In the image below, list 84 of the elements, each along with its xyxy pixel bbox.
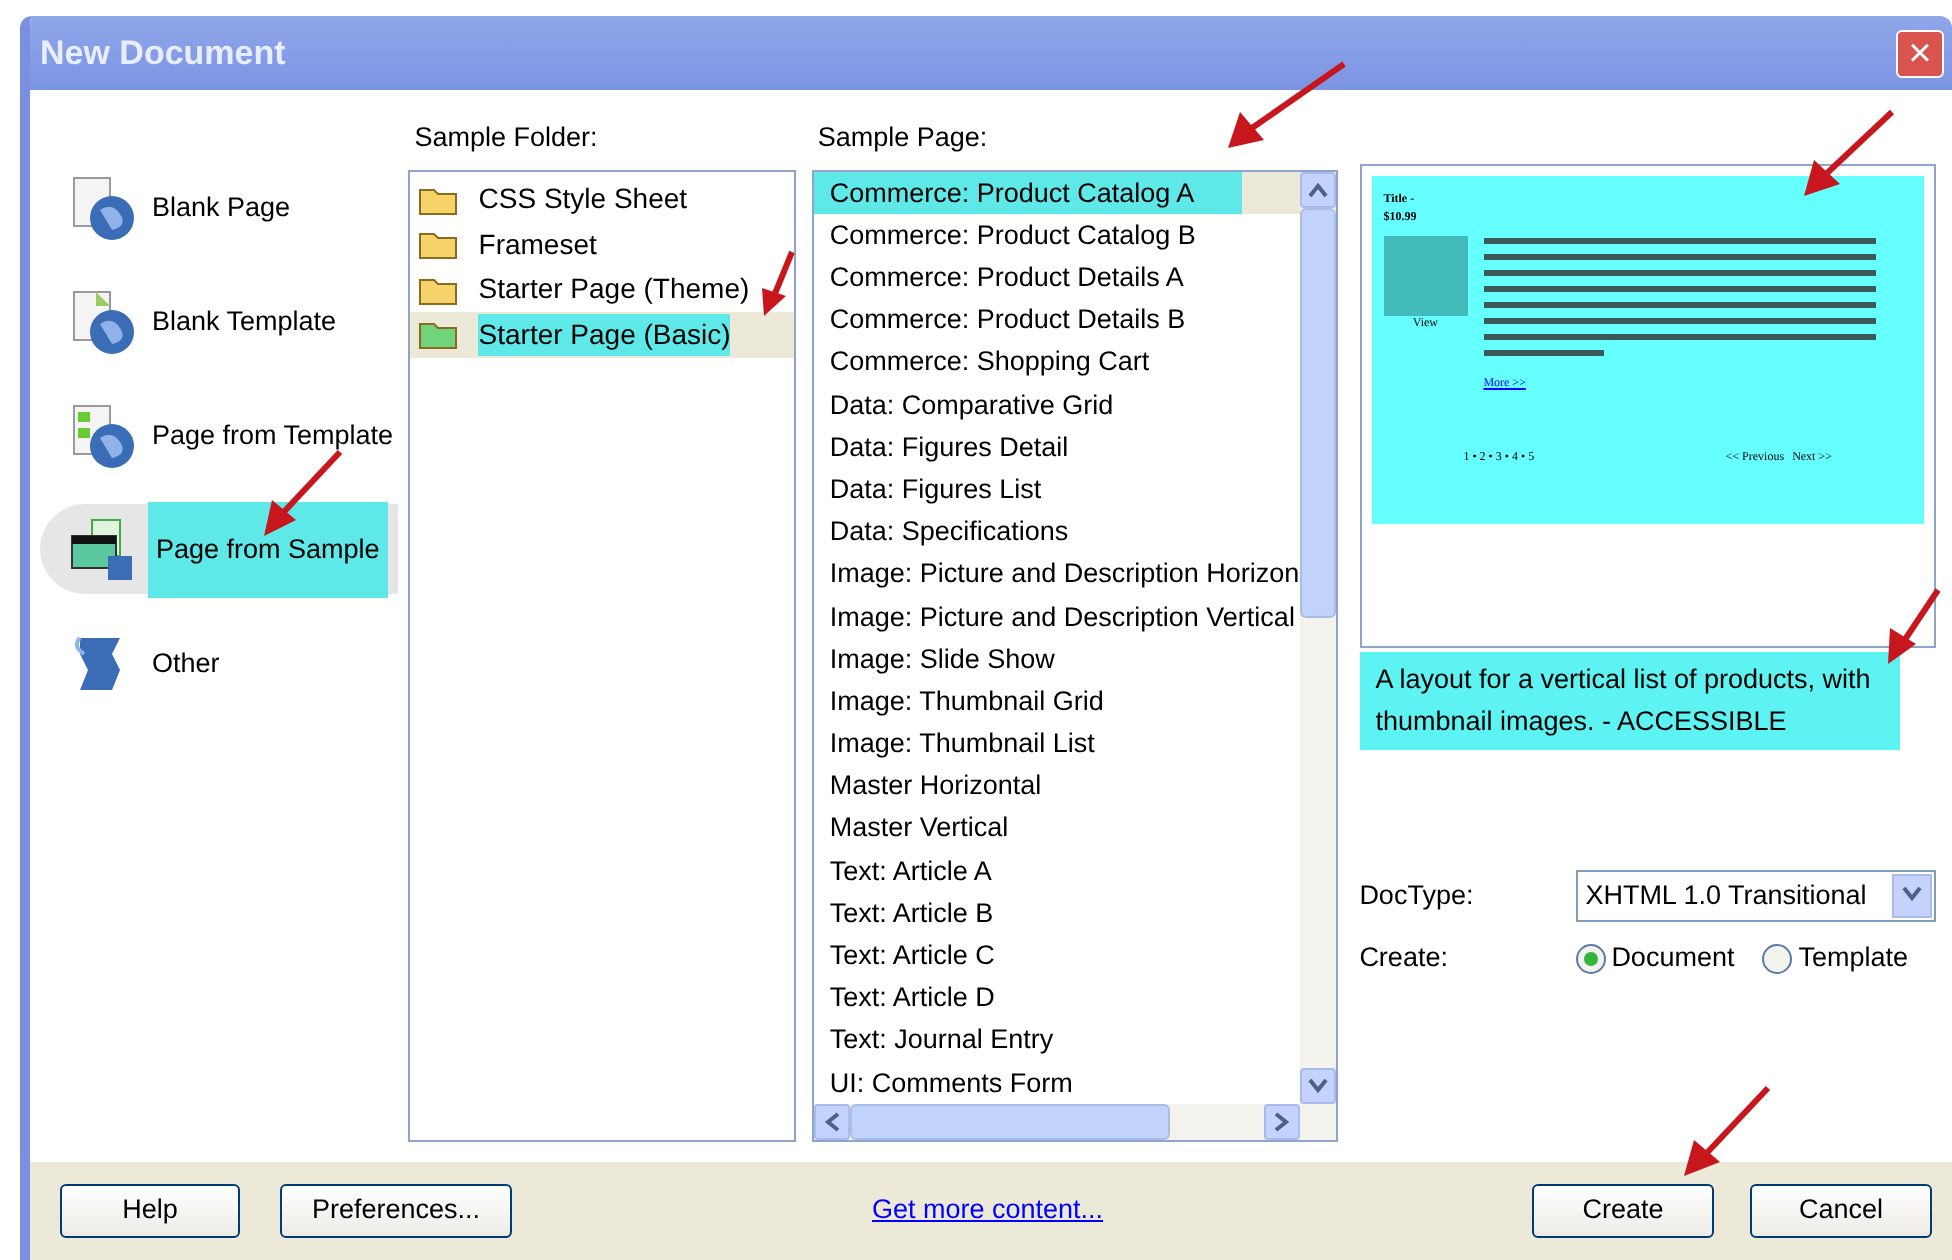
footer-button[interactable]: Cancel [1750, 1183, 1932, 1238]
sample-page-item[interactable]: Image: Thumbnail Grid [813, 679, 1300, 723]
category-label: Blank Template [150, 303, 339, 340]
scroll-down-button[interactable] [1299, 1067, 1336, 1104]
radio-button[interactable] [1762, 943, 1793, 974]
chevron-down-icon [1307, 1077, 1328, 1094]
scroll-up-button[interactable] [1299, 171, 1336, 208]
sample-page-item[interactable]: Text: Article D [813, 976, 1300, 1019]
sample-page-item[interactable]: Commerce: Product Catalog A [813, 171, 1300, 214]
folder-label: CSS Style Sheet [478, 180, 688, 219]
doctype-label: DocType: [1359, 877, 1476, 914]
sample-page-item[interactable]: Data: Figures Detail [813, 425, 1300, 468]
folder-icon [418, 273, 459, 306]
folder-icon [418, 228, 459, 261]
annotation-arrow-icon [1680, 1080, 1776, 1180]
folder-icon [418, 318, 459, 351]
radio-option[interactable]: Document [1575, 937, 1735, 979]
sample-page-item[interactable]: Image: Picture and Description Horizon [813, 552, 1300, 596]
sample-page-item[interactable]: Text: Journal Entry [813, 1018, 1300, 1062]
create-label: Create: [1359, 939, 1450, 976]
sample-page-item[interactable]: Commerce: Product Details B [813, 298, 1300, 341]
chevron-up-icon [1307, 181, 1328, 198]
window-title: New Document [40, 31, 286, 76]
chevron-down-icon [1902, 886, 1922, 903]
folder-item[interactable]: Starter Page (Theme) [410, 267, 794, 313]
category-item[interactable]: Page from Sample [40, 504, 399, 595]
footer-button[interactable]: Preferences... [280, 1183, 512, 1238]
sample-folder-label: Sample Folder: [414, 120, 600, 157]
sample-page-item[interactable]: Master Vertical [813, 806, 1300, 850]
category-label: Page from Sample [148, 501, 388, 599]
document-icon [68, 173, 136, 242]
dropdown-button[interactable] [1892, 873, 1932, 918]
sample-page-item[interactable]: Commerce: Product Catalog B [813, 213, 1300, 257]
sample-page-item[interactable]: Image: Thumbnail List [813, 722, 1300, 765]
category-item[interactable]: Blank Template [40, 276, 399, 367]
category-item[interactable]: Page from Template [40, 390, 399, 481]
sample-page-item[interactable]: Image: Slide Show [813, 637, 1300, 680]
get-more-content-link[interactable]: Get more content... [872, 1190, 1104, 1232]
radio-label: Template [1798, 939, 1908, 976]
close-button[interactable]: × [1896, 29, 1944, 78]
radio-option[interactable]: Template [1762, 937, 1908, 979]
doctype-dropdown[interactable]: XHTML 1.0 Transitional [1575, 869, 1936, 922]
folder-label: Starter Page (Basic) [478, 313, 731, 356]
annotation-arrow-icon [1884, 584, 1944, 668]
scrollbar-thumb[interactable] [1299, 207, 1336, 618]
sample-page-item[interactable]: Image: Picture and Description Vertical [813, 595, 1300, 638]
radio-label: Document [1611, 939, 1735, 976]
scroll-left-button[interactable] [813, 1103, 850, 1140]
folder-item[interactable]: Frameset [410, 222, 794, 268]
document-icon [68, 515, 136, 584]
folder-item[interactable]: CSS Style Sheet [410, 177, 794, 223]
category-label: Blank Page [150, 189, 293, 226]
document-icon [68, 287, 136, 356]
category-item[interactable]: Blank Page [40, 162, 399, 253]
category-label: Other [150, 645, 222, 682]
sample-page-item[interactable]: Commerce: Shopping Cart [813, 340, 1300, 384]
sample-page-item[interactable]: Text: Article C [813, 934, 1300, 977]
sample-page-item[interactable]: Data: Comparative Grid [813, 383, 1300, 426]
document-icon [68, 401, 136, 470]
sample-page-label: Sample Page: [817, 120, 990, 157]
doctype-value: XHTML 1.0 Transitional [1585, 877, 1867, 914]
category-label: Page from Template [150, 417, 396, 454]
image-placeholder [1383, 236, 1468, 317]
scrollbar-thumb[interactable] [849, 1103, 1170, 1140]
chevron-left-icon [823, 1111, 840, 1132]
sample-page-item[interactable]: Commerce: Product Details A [813, 256, 1300, 299]
sample-page-item[interactable]: Text: Article B [813, 891, 1300, 935]
folder-label: Frameset [478, 225, 597, 264]
sample-page-item[interactable]: Master Horizontal [813, 764, 1300, 807]
folder-item[interactable]: Starter Page (Basic) [410, 312, 794, 358]
sample-page-item[interactable]: UI: Comments Form [813, 1061, 1300, 1104]
radio-button[interactable] [1575, 943, 1606, 974]
sample-page-item[interactable]: Data: Specifications [813, 510, 1300, 553]
sample-page-item[interactable]: Text: Article A [813, 849, 1300, 892]
folder-icon [418, 183, 459, 216]
sample-page-item[interactable]: Data: Figures List [813, 467, 1300, 511]
chevron-right-icon [1273, 1111, 1290, 1132]
annotation-arrow-icon [760, 248, 796, 320]
description-text: A layout for a vertical list of products, with thumbnail images. - ACCESSIBLE [1359, 652, 1900, 750]
scroll-right-button[interactable] [1263, 1103, 1300, 1140]
category-item[interactable]: Other [40, 618, 399, 709]
footer-button[interactable]: Create [1532, 1183, 1714, 1238]
footer-button[interactable]: Help [60, 1183, 240, 1238]
folder-label: Starter Page (Theme) [478, 270, 750, 309]
